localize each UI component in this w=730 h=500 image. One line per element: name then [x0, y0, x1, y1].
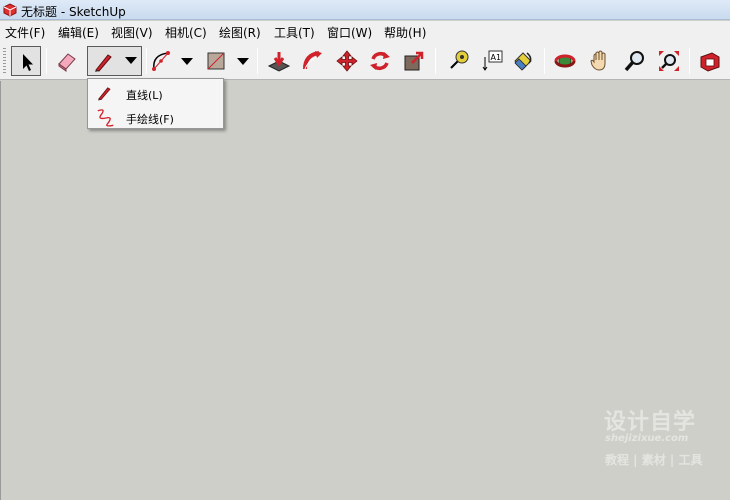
- menu-help[interactable]: 帮助(H): [384, 24, 426, 41]
- toolbar-separator: [46, 48, 47, 74]
- menu-view[interactable]: 视图(V): [111, 24, 153, 41]
- scale-tool-button[interactable]: [399, 46, 429, 76]
- toolbar-separator: [544, 48, 545, 74]
- main-toolbar: A1: [0, 42, 730, 80]
- menu-file[interactable]: 文件(F): [5, 24, 45, 41]
- rotate-tool-button[interactable]: [365, 46, 395, 76]
- dropdown-item-label: 手绘线(F): [126, 113, 174, 126]
- scale-icon: [404, 51, 424, 71]
- watermark-subtitle: 教程 | 素材 | 工具: [605, 453, 703, 467]
- dropdown-item-freehand[interactable]: 手绘线(F): [90, 106, 221, 128]
- menu-window[interactable]: 窗口(W): [327, 24, 372, 41]
- menu-tools[interactable]: 工具(T): [274, 24, 315, 41]
- tape-measure-icon: [450, 50, 469, 69]
- watermark-title: 设计自学: [604, 410, 697, 435]
- line-tool-button[interactable]: [87, 46, 142, 76]
- pan-hand-icon: [590, 50, 606, 71]
- window-title: 无标题 - SketchUp: [21, 5, 126, 19]
- arc-icon: [152, 51, 170, 71]
- orbit-tool-button[interactable]: [550, 46, 580, 76]
- freehand-icon: [97, 109, 114, 127]
- toolbar-grip[interactable]: [3, 48, 6, 74]
- toolbar-separator: [689, 48, 690, 74]
- rectangle-tool-button[interactable]: [201, 46, 231, 76]
- menu-bar: 文件(F) 编辑(E) 视图(V) 相机(C) 绘图(R) 工具(T) 窗口(W…: [0, 21, 730, 42]
- toolbar-separator: [435, 48, 436, 74]
- chevron-down-icon[interactable]: [236, 54, 250, 68]
- arc-tool-button[interactable]: [147, 46, 177, 76]
- chevron-down-icon[interactable]: [125, 56, 137, 66]
- select-tool-button[interactable]: [11, 46, 41, 76]
- rectangle-icon: [207, 52, 225, 70]
- menu-edit[interactable]: 编辑(E): [58, 24, 99, 41]
- line-tool-dropdown-menu: 直线(L) 手绘线(F): [87, 78, 224, 129]
- follow-me-icon: [303, 51, 322, 70]
- zoom-icon: [624, 51, 644, 72]
- orbit-icon: [554, 54, 576, 68]
- push-pull-tool-button[interactable]: [264, 46, 294, 76]
- dropdown-item-line[interactable]: 直线(L): [90, 82, 221, 104]
- zoom-extents-tool-button[interactable]: [654, 46, 684, 76]
- sketchup-icon[interactable]: [2, 2, 18, 18]
- warehouse-tool-button[interactable]: [695, 46, 725, 76]
- move-tool-button[interactable]: [332, 46, 362, 76]
- dropdown-item-label: 直线(L): [126, 89, 163, 102]
- move-icon: [336, 50, 358, 72]
- watermark-url: shejizixue.com: [605, 433, 689, 444]
- zoom-extents-icon: [659, 51, 679, 71]
- select-arrow-icon: [23, 54, 33, 71]
- rotate-icon: [370, 52, 390, 70]
- text-tool-button[interactable]: A1: [477, 46, 507, 76]
- title-bar: 无标题 - SketchUp: [0, 0, 730, 20]
- watermark: 设计自学 shejizixue.com 教程 | 素材 | 工具: [604, 404, 704, 468]
- eraser-icon: [58, 53, 76, 72]
- push-pull-icon: [267, 52, 291, 72]
- tape-measure-tool-button[interactable]: [443, 46, 473, 76]
- paint-bucket-tool-button[interactable]: [508, 46, 538, 76]
- paint-bucket-icon: [514, 52, 532, 71]
- warehouse-icon: [700, 52, 720, 72]
- text-tool-label: A1: [491, 53, 502, 62]
- eraser-tool-button[interactable]: [52, 46, 82, 76]
- pencil-line-icon: [95, 54, 112, 72]
- follow-me-tool-button[interactable]: [298, 46, 328, 76]
- pencil-line-icon: [98, 87, 111, 101]
- zoom-tool-button[interactable]: [620, 46, 650, 76]
- chevron-down-icon[interactable]: [180, 54, 194, 68]
- pan-tool-button[interactable]: [585, 46, 615, 76]
- menu-draw[interactable]: 绘图(R): [219, 24, 261, 41]
- toolbar-separator: [257, 48, 258, 74]
- menu-camera[interactable]: 相机(C): [165, 24, 207, 41]
- text-label-icon: A1: [482, 50, 503, 71]
